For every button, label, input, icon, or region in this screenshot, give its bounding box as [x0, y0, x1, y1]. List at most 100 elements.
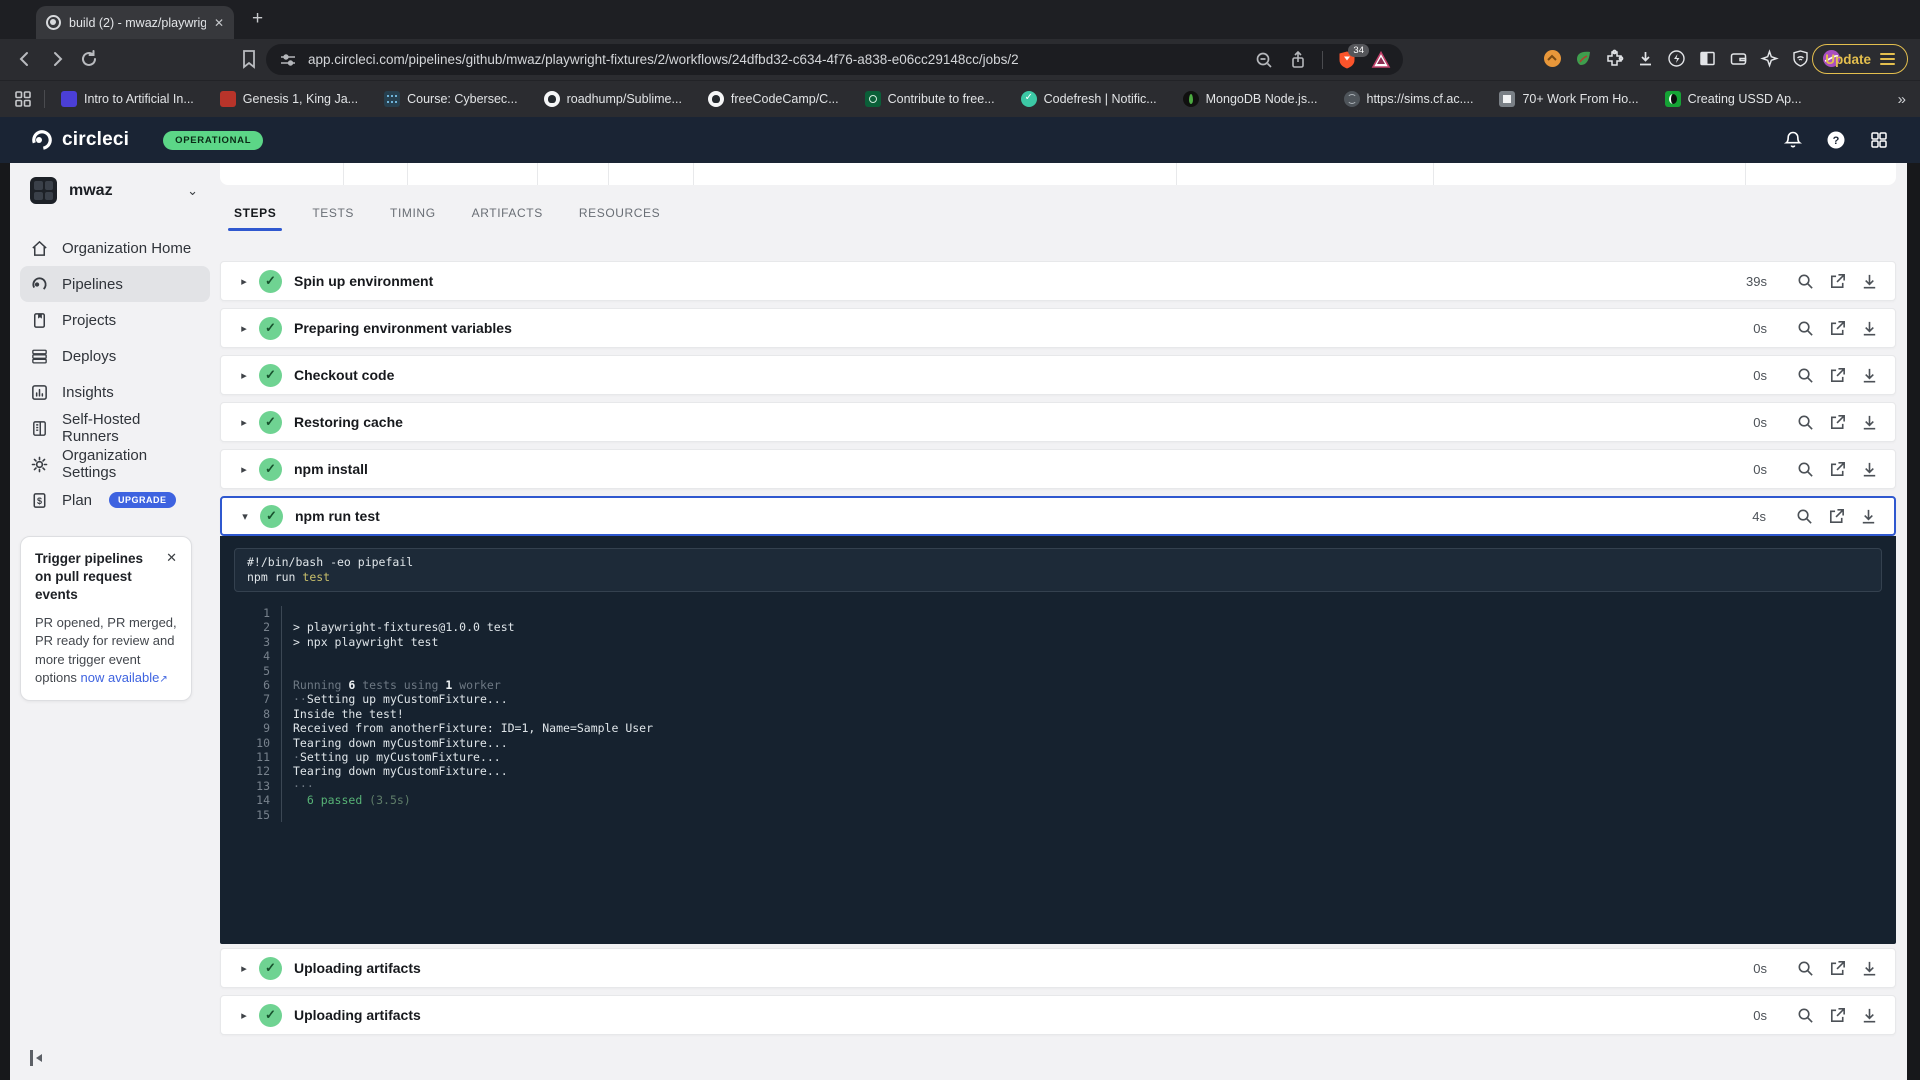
- sidebar-item-organization-home[interactable]: Organization Home: [20, 230, 210, 266]
- search-log-icon[interactable]: [1796, 319, 1815, 338]
- bookmark-item[interactable]: Genesis 1, King Ja...: [219, 91, 358, 107]
- download-log-icon[interactable]: [1860, 366, 1879, 385]
- sidebar-item-projects[interactable]: Projects: [20, 302, 210, 338]
- ext-orange-circle-icon[interactable]: [1543, 49, 1562, 68]
- bookmark-item[interactable]: Codefresh | Notific...: [1020, 91, 1157, 107]
- open-in-new-icon[interactable]: [1828, 460, 1847, 479]
- download-log-icon[interactable]: [1860, 1006, 1879, 1025]
- brave-shield-icon[interactable]: 34: [1337, 43, 1369, 70]
- site-settings-icon[interactable]: [278, 50, 298, 70]
- sidebar-item-self-hosted-runners[interactable]: Self-Hosted Runners: [20, 410, 210, 446]
- ext-reading-panel-icon[interactable]: [1698, 49, 1717, 68]
- brave-rewards-icon[interactable]: [1371, 50, 1391, 70]
- ext-shield-bolt-icon[interactable]: [1667, 49, 1686, 68]
- promo-link[interactable]: now available: [81, 670, 160, 685]
- open-in-new-icon[interactable]: [1827, 507, 1846, 526]
- menu-icon[interactable]: [1880, 53, 1895, 65]
- open-in-new-icon[interactable]: [1828, 1006, 1847, 1025]
- bookmarks-overflow-icon[interactable]: »: [1898, 91, 1906, 108]
- tab-timing[interactable]: TIMING: [390, 206, 436, 231]
- search-log-icon[interactable]: [1796, 366, 1815, 385]
- ext-wallet-icon[interactable]: [1729, 49, 1748, 68]
- search-log-icon[interactable]: [1796, 1006, 1815, 1025]
- status-badge[interactable]: OPERATIONAL: [163, 130, 264, 150]
- expand-arrow-icon[interactable]: ▸: [233, 1009, 255, 1022]
- bookmark-item[interactable]: Creating USSD Ap...: [1664, 91, 1802, 107]
- url-text[interactable]: app.circleci.com/pipelines/github/mwaz/p…: [308, 52, 1240, 67]
- bookmark-item[interactable]: Contribute to free...: [864, 91, 995, 107]
- notifications-bell-icon[interactable]: [1782, 129, 1804, 151]
- tab-resources[interactable]: RESOURCES: [579, 206, 660, 231]
- search-log-icon[interactable]: [1796, 460, 1815, 479]
- sidebar-item-deploys[interactable]: Deploys: [20, 338, 210, 374]
- open-in-new-icon[interactable]: [1828, 319, 1847, 338]
- step-row[interactable]: ▸ ✓ Uploading artifacts 0s: [220, 948, 1896, 988]
- download-log-icon[interactable]: [1859, 507, 1878, 526]
- tab-steps[interactable]: STEPS: [227, 206, 283, 231]
- step-row[interactable]: ▸ ✓ Preparing environment variables 0s: [220, 308, 1896, 348]
- ext-sparkle-icon[interactable]: [1760, 49, 1779, 68]
- download-log-icon[interactable]: [1860, 319, 1879, 338]
- step-row[interactable]: ▸ ✓ Restoring cache 0s: [220, 402, 1896, 442]
- step-row[interactable]: ▸ ✓ Uploading artifacts 0s: [220, 995, 1896, 1035]
- browser-update-button[interactable]: Update: [1812, 44, 1908, 74]
- expand-arrow-icon[interactable]: ▸: [233, 962, 255, 975]
- ext-puzzle-icon[interactable]: [1605, 49, 1624, 68]
- sidebar-item-insights[interactable]: Insights: [20, 374, 210, 410]
- reload-icon[interactable]: [78, 48, 100, 70]
- step-row[interactable]: ▸ ✓ npm install 0s: [220, 449, 1896, 489]
- new-tab-button[interactable]: +: [252, 8, 263, 30]
- bookmark-item[interactable]: freeCodeCamp/C...: [707, 91, 839, 107]
- apps-grid-icon[interactable]: [14, 90, 32, 108]
- search-log-icon[interactable]: [1796, 959, 1815, 978]
- tab-artifacts[interactable]: ARTIFACTS: [472, 206, 543, 231]
- url-bar[interactable]: app.circleci.com/pipelines/github/mwaz/p…: [266, 43, 1403, 75]
- step-row[interactable]: ▸ ✓ Spin up environment 39s: [220, 261, 1896, 301]
- forward-icon[interactable]: [46, 48, 68, 70]
- circleci-logo[interactable]: circleci: [30, 128, 129, 152]
- bookmark-item[interactable]: MongoDB Node.js...: [1182, 91, 1318, 107]
- bookmark-item[interactable]: Intro to Artificial In...: [61, 91, 194, 107]
- sidebar-item-organization-settings[interactable]: Organization Settings: [20, 446, 210, 482]
- expand-arrow-icon[interactable]: ▸: [233, 322, 255, 335]
- promo-close-icon[interactable]: ✕: [166, 550, 177, 605]
- help-icon[interactable]: ?: [1825, 129, 1847, 151]
- step-row[interactable]: ▾ ✓ npm run test 4s: [220, 496, 1896, 536]
- download-log-icon[interactable]: [1860, 959, 1879, 978]
- open-in-new-icon[interactable]: [1828, 366, 1847, 385]
- expand-arrow-icon[interactable]: ▸: [233, 275, 255, 288]
- back-icon[interactable]: [14, 48, 36, 70]
- search-log-icon[interactable]: [1795, 507, 1814, 526]
- expand-arrow-icon[interactable]: ▸: [233, 463, 255, 476]
- upgrade-badge[interactable]: UPGRADE: [109, 492, 176, 508]
- browser-tab[interactable]: build (2) - mwaz/playwright-f ✕: [36, 6, 234, 39]
- ext-vpn-shield-icon[interactable]: [1791, 49, 1810, 68]
- step-row[interactable]: ▸ ✓ Checkout code 0s: [220, 355, 1896, 395]
- tab-tests[interactable]: TESTS: [312, 206, 354, 231]
- collapse-sidebar-icon[interactable]: [30, 1050, 46, 1066]
- expand-arrow-icon[interactable]: ▸: [233, 369, 255, 382]
- download-log-icon[interactable]: [1860, 413, 1879, 432]
- share-icon[interactable]: [1288, 50, 1308, 70]
- open-in-new-icon[interactable]: [1828, 413, 1847, 432]
- ext-download-icon[interactable]: [1636, 49, 1655, 68]
- open-in-new-icon[interactable]: [1828, 959, 1847, 978]
- bookmark-item[interactable]: roadhump/Sublime...: [543, 91, 682, 107]
- download-log-icon[interactable]: [1860, 460, 1879, 479]
- step-log-terminal[interactable]: #!/bin/bash -eo pipefail npm run test 1 2…: [220, 536, 1896, 944]
- bookmark-flag-icon[interactable]: [238, 48, 260, 70]
- tab-close-icon[interactable]: ✕: [214, 16, 224, 30]
- bookmark-item[interactable]: Course: Cybersec...: [384, 91, 518, 107]
- ext-leaf-icon[interactable]: [1574, 49, 1593, 68]
- sidebar-item-plan[interactable]: $ Plan UPGRADE: [20, 482, 210, 518]
- sidebar-item-pipelines[interactable]: Pipelines: [20, 266, 210, 302]
- bookmark-item[interactable]: 70+ Work From Ho...: [1499, 91, 1639, 107]
- search-log-icon[interactable]: [1796, 272, 1815, 291]
- user-avatar-icon[interactable]: [1868, 129, 1890, 151]
- chevron-down-icon[interactable]: ⌄: [187, 183, 198, 199]
- search-log-icon[interactable]: [1796, 413, 1815, 432]
- open-in-new-icon[interactable]: [1828, 272, 1847, 291]
- bookmark-item[interactable]: https://sims.cf.ac....: [1343, 91, 1473, 107]
- download-log-icon[interactable]: [1860, 272, 1879, 291]
- expand-arrow-icon[interactable]: ▾: [234, 510, 256, 523]
